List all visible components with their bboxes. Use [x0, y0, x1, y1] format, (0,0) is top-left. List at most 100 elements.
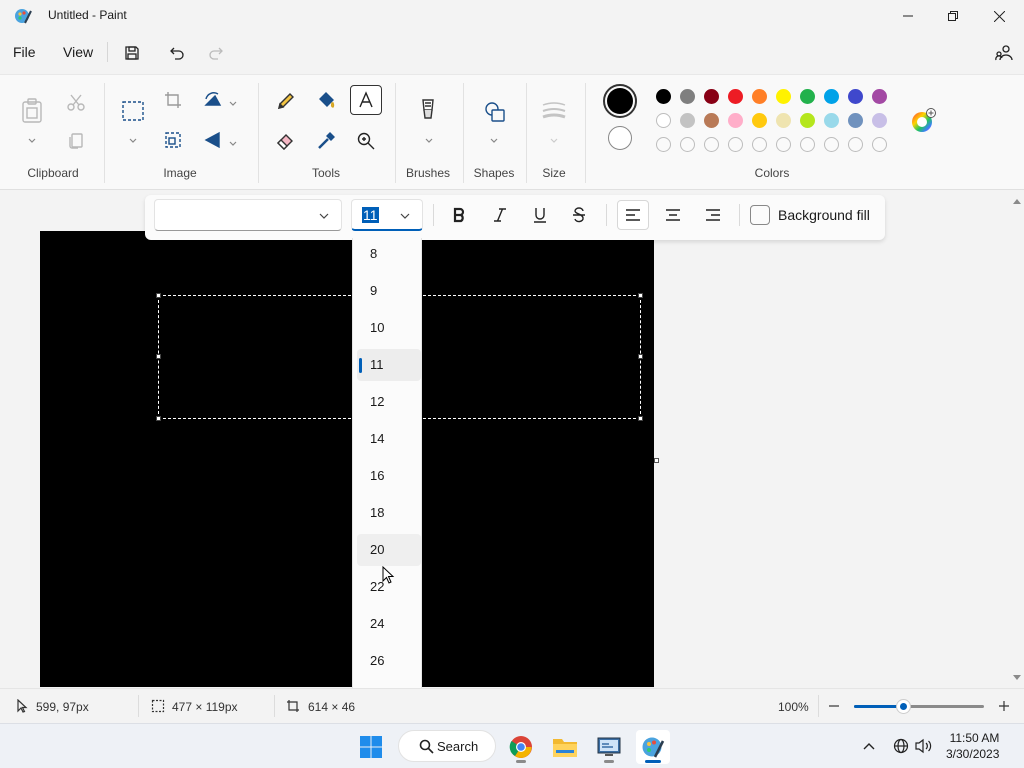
underline-button[interactable]	[524, 200, 556, 230]
custom-color-slot[interactable]	[848, 137, 863, 152]
align-left-button[interactable]	[617, 200, 649, 230]
system-clock[interactable]: 11:50 AM 3/30/2023	[946, 730, 999, 762]
redo-icon[interactable]	[205, 42, 227, 64]
magnifier-icon[interactable]	[354, 129, 378, 153]
custom-color-slot[interactable]	[776, 137, 791, 152]
file-menu[interactable]: File	[13, 44, 36, 60]
font-size-option[interactable]: 16	[357, 460, 421, 492]
font-size-select[interactable]: 11	[351, 199, 423, 231]
font-size-option[interactable]: 18	[357, 497, 421, 529]
color-swatch[interactable]	[704, 89, 719, 104]
color-swatch[interactable]	[728, 113, 743, 128]
font-size-option[interactable]: 9	[357, 275, 421, 307]
brushes-icon[interactable]	[416, 97, 440, 125]
taskbar-search[interactable]: Search	[398, 730, 496, 762]
resize-handle[interactable]	[638, 416, 643, 421]
paste-icon[interactable]	[20, 97, 44, 125]
strikethrough-button[interactable]	[563, 200, 595, 230]
font-size-option[interactable]: 14	[357, 423, 421, 455]
zoom-in-icon[interactable]	[998, 700, 1010, 712]
font-size-option[interactable]: 20	[357, 534, 421, 566]
font-size-option[interactable]: 12	[357, 386, 421, 418]
volume-icon[interactable]	[915, 738, 933, 754]
resize-handle[interactable]	[156, 354, 161, 359]
brushes-dropdown-chevron-icon[interactable]	[424, 133, 434, 143]
fill-bucket-icon[interactable]	[314, 89, 338, 113]
drawing-canvas[interactable]	[40, 231, 654, 687]
color-swatch[interactable]	[800, 89, 815, 104]
color-swatch[interactable]	[776, 89, 791, 104]
view-menu[interactable]: View	[63, 44, 93, 60]
font-family-select[interactable]	[154, 199, 342, 231]
restore-button[interactable]	[930, 0, 976, 32]
color-swatch[interactable]	[824, 113, 839, 128]
color-swatch[interactable]	[872, 113, 887, 128]
color2-swatch[interactable]	[608, 126, 632, 150]
select-icon[interactable]	[120, 99, 146, 123]
minimize-button[interactable]	[885, 0, 931, 32]
background-fill-checkbox[interactable]	[750, 205, 770, 225]
select-dropdown-chevron-icon[interactable]	[128, 133, 138, 143]
color-swatch[interactable]	[728, 89, 743, 104]
cut-icon[interactable]	[65, 91, 87, 113]
color-swatch[interactable]	[656, 89, 671, 104]
font-size-option[interactable]: 26	[357, 645, 421, 677]
custom-color-slot[interactable]	[872, 137, 887, 152]
custom-color-slot[interactable]	[656, 137, 671, 152]
color-swatch[interactable]	[776, 113, 791, 128]
size-icon[interactable]	[540, 99, 568, 123]
color-swatch[interactable]	[752, 113, 767, 128]
save-icon[interactable]	[121, 42, 143, 64]
align-center-button[interactable]	[657, 200, 689, 230]
color-picker-icon[interactable]	[314, 129, 338, 153]
color-swatch[interactable]	[704, 113, 719, 128]
flip-icon[interactable]	[202, 129, 224, 151]
shapes-dropdown-chevron-icon[interactable]	[489, 133, 499, 143]
flip-dropdown-chevron-icon[interactable]	[228, 136, 238, 146]
undo-icon[interactable]	[166, 42, 188, 64]
zoom-slider[interactable]	[854, 705, 984, 708]
chrome-app[interactable]	[504, 730, 538, 764]
resize-icon[interactable]	[162, 129, 184, 151]
font-size-option[interactable]: 10	[357, 312, 421, 344]
start-button[interactable]	[354, 730, 388, 764]
canvas-resize-handle[interactable]	[654, 458, 659, 463]
close-button[interactable]	[976, 0, 1022, 32]
align-right-button[interactable]	[697, 200, 729, 230]
font-size-option[interactable]: 11	[357, 349, 421, 381]
paint-app[interactable]	[636, 730, 670, 764]
color-swatch[interactable]	[800, 113, 815, 128]
pencil-icon[interactable]	[274, 89, 298, 113]
zoom-out-icon[interactable]	[828, 700, 840, 712]
resize-handle[interactable]	[638, 293, 643, 298]
color-swatch[interactable]	[848, 89, 863, 104]
zoom-slider-thumb[interactable]	[897, 700, 911, 713]
network-globe-icon[interactable]	[893, 738, 909, 754]
crop-icon[interactable]	[162, 89, 184, 111]
edit-colors-icon[interactable]	[909, 107, 937, 135]
custom-color-slot[interactable]	[680, 137, 695, 152]
color-swatch[interactable]	[752, 89, 767, 104]
resize-handle[interactable]	[156, 293, 161, 298]
custom-color-slot[interactable]	[704, 137, 719, 152]
rotate-icon[interactable]	[202, 89, 224, 111]
color-swatch[interactable]	[680, 113, 695, 128]
color-swatch[interactable]	[848, 113, 863, 128]
color-swatch[interactable]	[824, 89, 839, 104]
chevron-up-icon[interactable]	[863, 742, 875, 750]
font-size-option[interactable]: 8	[357, 238, 421, 270]
bold-button[interactable]	[443, 200, 475, 230]
account-icon[interactable]	[993, 42, 1015, 64]
control-panel-app[interactable]	[592, 730, 626, 764]
custom-color-slot[interactable]	[728, 137, 743, 152]
color-swatch[interactable]	[680, 89, 695, 104]
file-explorer-app[interactable]	[548, 730, 582, 764]
size-dropdown-chevron-icon[interactable]	[549, 133, 559, 143]
resize-handle[interactable]	[156, 416, 161, 421]
color-swatch[interactable]	[656, 113, 671, 128]
italic-button[interactable]	[484, 200, 516, 230]
custom-color-slot[interactable]	[824, 137, 839, 152]
custom-color-slot[interactable]	[800, 137, 815, 152]
color1-selector[interactable]	[603, 84, 637, 118]
copy-icon[interactable]	[65, 129, 87, 151]
